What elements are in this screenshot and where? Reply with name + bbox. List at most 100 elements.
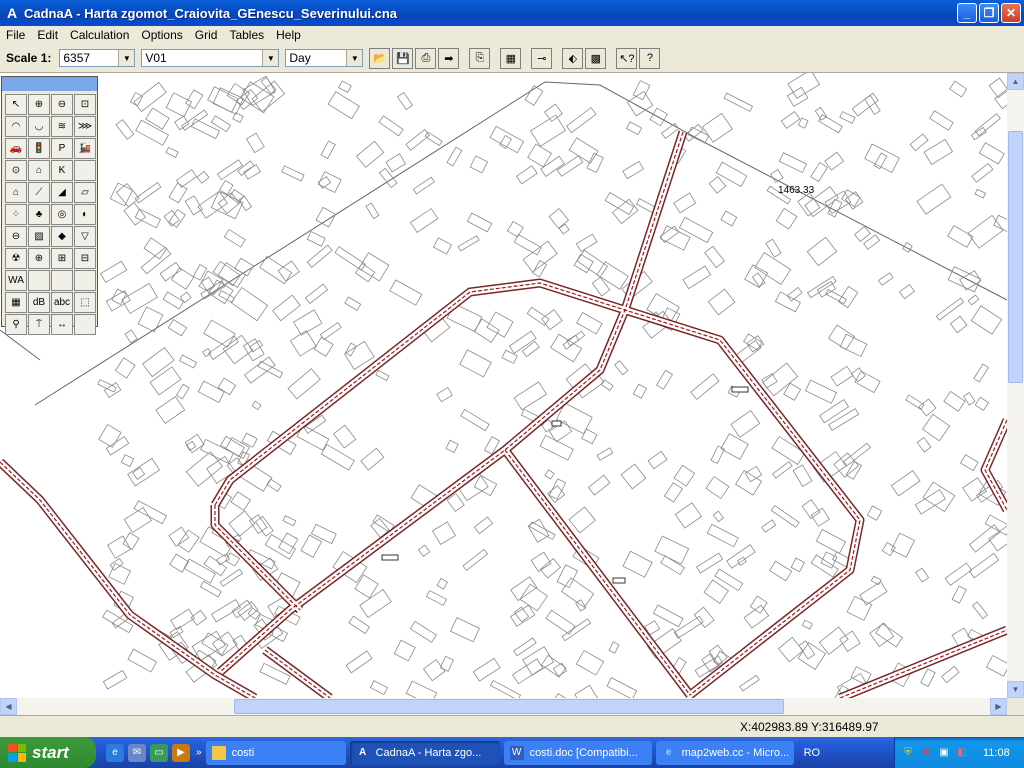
antivirus-icon[interactable]: K [919,746,933,760]
print-icon[interactable]: ⎙ [415,47,437,69]
triangle-down-icon[interactable]: ▽ [74,226,96,247]
zoom-out-icon[interactable]: ⊖ [51,94,73,115]
tag-icon[interactable]: ⬖ [562,47,584,69]
task-cadnaa[interactable]: A CadnaA - Harta zgo... [349,740,500,765]
chevron-right-icon[interactable]: » [196,747,202,758]
scroll-down-icon[interactable]: ▼ [1007,681,1024,698]
menu-file[interactable]: File [0,28,31,42]
help-pointer-icon[interactable]: ↖? [616,47,638,69]
blank-tool-2[interactable] [28,270,50,291]
barrier-icon[interactable]: ⟋ [28,182,50,203]
grid-icon[interactable]: ▩ [585,47,607,69]
terrain-icon[interactable]: ◆ [51,226,73,247]
pin-icon[interactable]: ⊸ [531,47,553,69]
task-word[interactable]: W costi.doc [Compatibi... [503,740,652,765]
ie-icon[interactable]: e [106,743,124,762]
scroll-right-icon[interactable]: ▶ [990,698,1007,715]
tank-icon[interactable]: ⊖ [5,226,27,247]
receiver-grid-icon[interactable]: ⊞ [51,248,73,269]
select-arrow-icon[interactable]: ↖ [5,94,27,115]
scroll-up-icon[interactable]: ▲ [1007,73,1024,90]
contour-icon[interactable]: ◎ [51,204,73,225]
building-icon[interactable]: ⌂ [5,182,27,203]
wa-icon[interactable]: WA [5,270,27,291]
menu-edit[interactable]: Edit [31,28,64,42]
copy-icon[interactable]: ⎘ [469,47,491,69]
db-icon[interactable]: dB [28,292,50,313]
menu-tables[interactable]: Tables [223,28,270,42]
shield-icon[interactable]: ⛨ [901,746,915,760]
area-fill-icon[interactable]: ▨ [28,226,50,247]
zoom-in-icon[interactable]: ⊕ [28,94,50,115]
vertical-scrollbar[interactable]: ▲ ▼ [1007,73,1024,698]
network-icon[interactable]: ▣ [937,746,951,760]
embankment-icon[interactable]: ◢ [51,182,73,203]
bitmap-icon[interactable]: ▦ [5,292,27,313]
map-canvas[interactable]: 1463.33 [0,73,1007,698]
globe-icon[interactable]: ⊕ [28,248,50,269]
open-icon[interactable]: 📂 [369,47,391,69]
menu-options[interactable]: Options [135,28,188,42]
trees-icon[interactable]: ♣ [28,204,50,225]
radiation-icon[interactable]: ☢ [5,248,27,269]
frame-tool-icon[interactable]: ⬚ [74,292,96,313]
blank-tool-3[interactable] [51,270,73,291]
building-outline [237,160,255,177]
blank-tool-1[interactable] [74,160,96,181]
variant-combo[interactable]: V01 ▼ [141,49,280,67]
menu-help[interactable]: Help [270,28,307,42]
scatter-points-icon[interactable]: ⁘ [5,204,27,225]
traffic-light-icon[interactable]: 🚦 [28,138,50,159]
horizontal-scroll-thumb[interactable] [234,699,784,714]
railway-icon[interactable]: 🚂 [74,138,96,159]
vertical-scroll-thumb[interactable] [1008,131,1023,383]
close-button[interactable]: ✕ [1001,3,1021,23]
measure-icon[interactable]: ⚲ [5,314,27,335]
task-ie[interactable]: e map2web.cc - Micro... [655,740,794,765]
area-source-icon[interactable]: ≋ [51,116,73,137]
minimize-button[interactable]: _ [957,3,977,23]
cylinder-icon[interactable]: ▱ [74,182,96,203]
start-label: start [32,742,69,762]
chevron-down-icon[interactable]: ▼ [118,50,135,66]
chevron-down-icon[interactable]: ▼ [346,50,363,66]
industry-icon[interactable]: ⊙ [5,160,27,181]
tunnel-icon[interactable]: ⌂ [28,160,50,181]
facade-icon[interactable]: ⊟ [74,248,96,269]
zoom-extents-icon[interactable]: ⊡ [74,94,96,115]
export-icon[interactable]: ➡ [438,47,460,69]
outlook-icon[interactable]: ✉ [128,743,146,762]
line-source-icon[interactable]: ◡ [28,116,50,137]
blank-tool-4[interactable] [74,270,96,291]
vertical-area-source-icon[interactable]: ⋙ [74,116,96,137]
blank-tool-5[interactable] [74,314,96,335]
k-icon[interactable]: K [51,160,73,181]
desktop-icon[interactable]: ▭ [150,743,168,762]
help-icon[interactable]: ? [639,47,661,69]
menu-grid[interactable]: Grid [189,28,224,42]
road-car-icon[interactable]: 🚗 [5,138,27,159]
chevron-down-icon[interactable]: ▼ [262,50,279,66]
marker-icon[interactable]: ⍑ [28,314,50,335]
speaker-icon[interactable]: ◧ [955,746,969,760]
horizontal-scrollbar[interactable]: ◀ ▶ [0,698,1007,715]
maximize-button[interactable]: ❐ [979,3,999,23]
period-combo[interactable]: Day ▼ [285,49,364,67]
scroll-left-icon[interactable]: ◀ [0,698,17,715]
point-source-icon[interactable]: ◠ [5,116,27,137]
scale-combo[interactable]: 6357 ▼ [59,49,136,67]
parking-icon[interactable]: P [51,138,73,159]
fixed-point-icon[interactable]: ◐ [74,204,96,225]
save-icon[interactable]: 💾 [392,47,414,69]
palette-titlebar[interactable] [2,77,97,91]
building-outline [714,568,744,592]
menu-calculation[interactable]: Calculation [64,28,135,42]
task-costi[interactable]: costi [205,740,346,765]
dimension-icon[interactable]: ↔ [51,314,73,335]
start-button[interactable]: start [0,737,96,768]
building-outline [134,181,162,204]
calculator-icon[interactable]: ▦ [500,47,522,69]
media-player-icon[interactable]: ▶ [172,743,190,762]
language-indicator[interactable]: RO [804,747,821,759]
text-tool-icon[interactable]: abc [51,292,73,313]
